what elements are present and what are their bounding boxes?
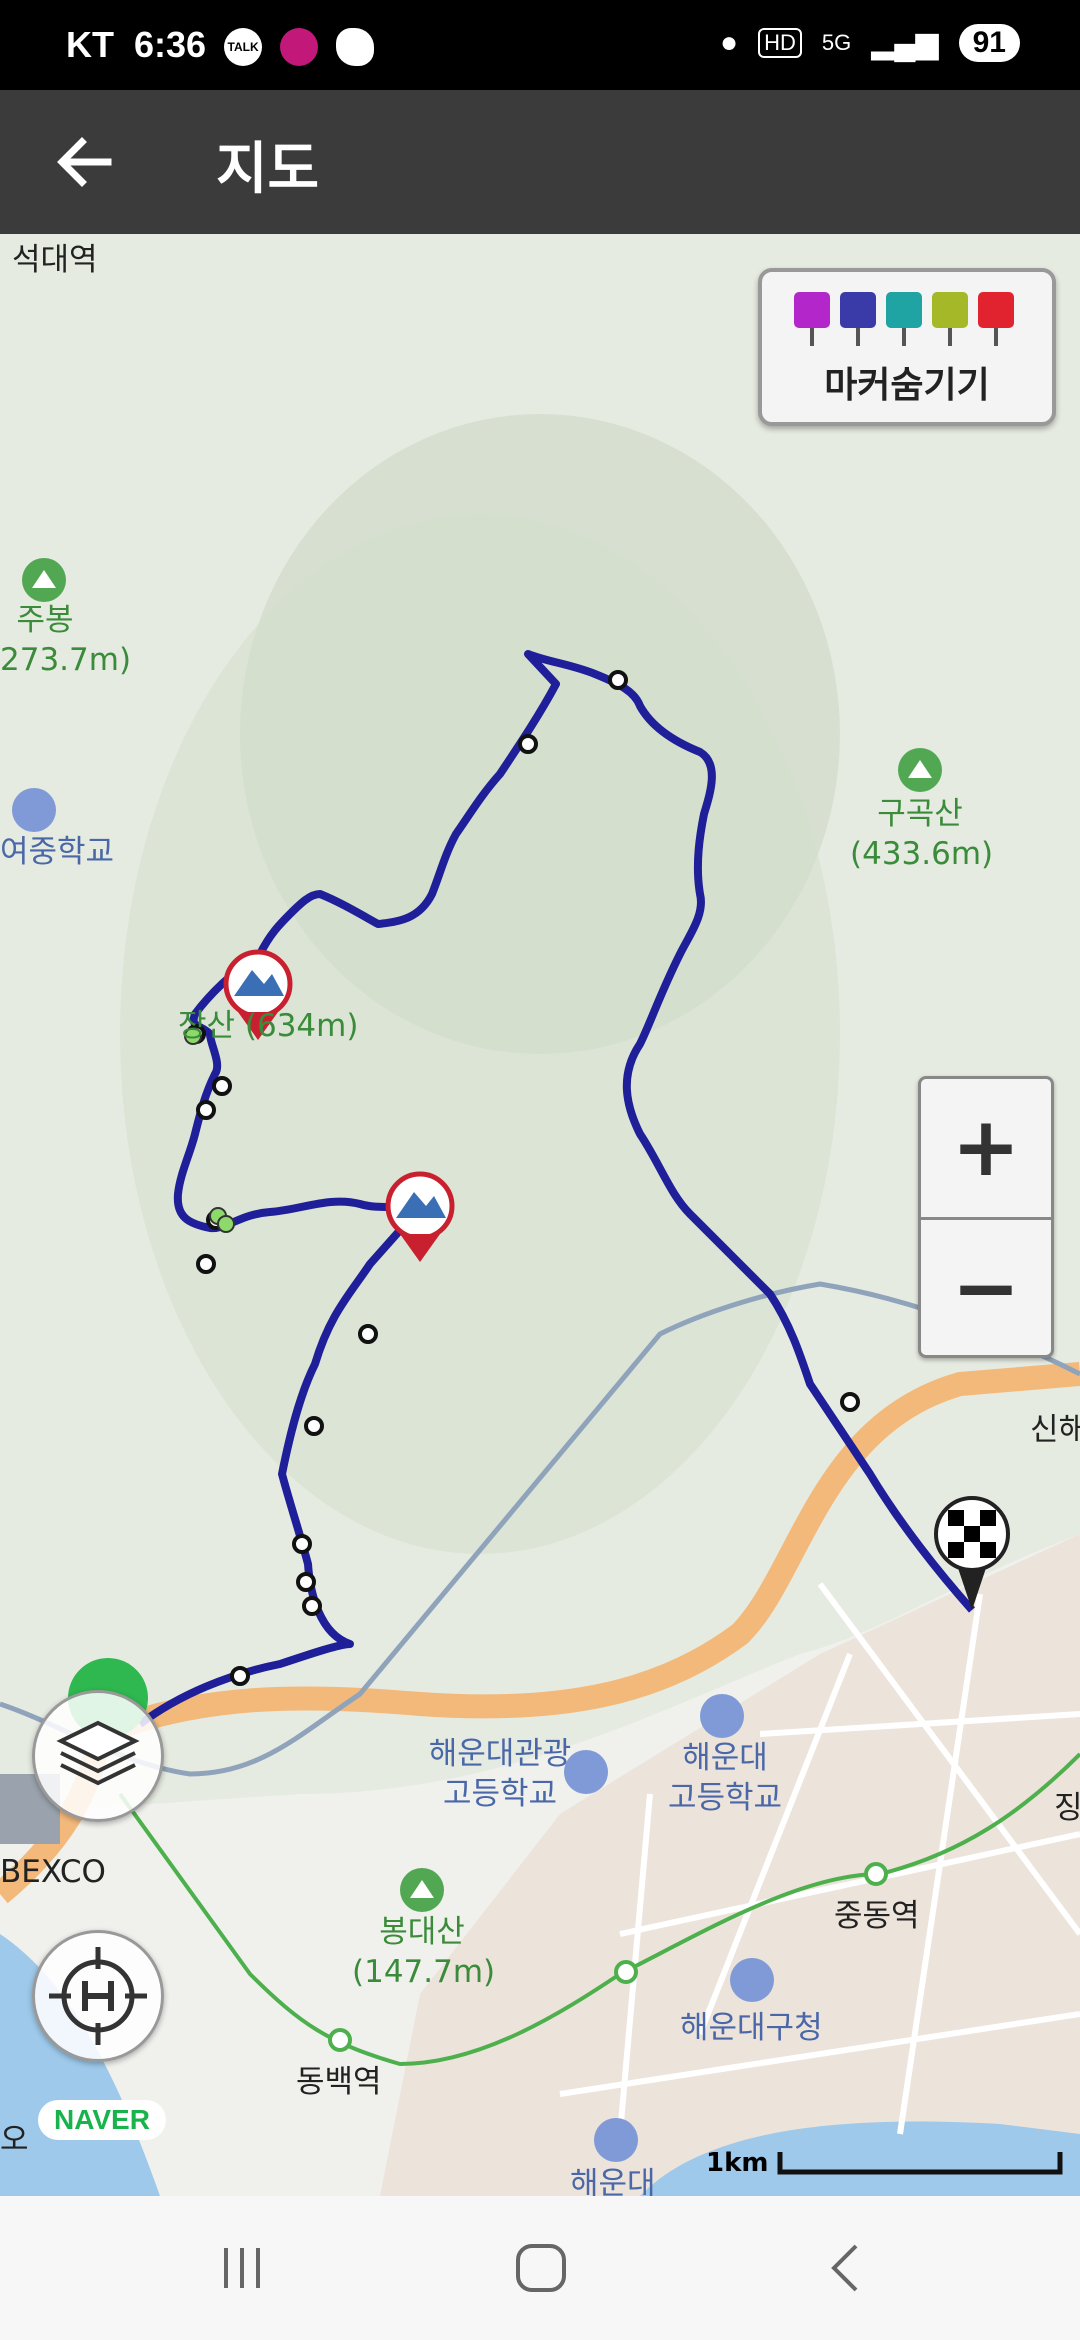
arrow-left-icon <box>57 137 112 187</box>
video-marker-icon <box>840 292 876 346</box>
label-peak-gugoksan: 구곡산 (433.6m) <box>850 794 994 874</box>
label-peak-jubong-height: 273.7m) <box>0 642 132 678</box>
label-haeundae-office: 해운대구청 <box>680 2010 823 2046</box>
label-peak-jubong: 주봉 273.7m) <box>0 600 132 680</box>
scale-bar <box>777 2152 1063 2175</box>
photo-marker-icon <box>794 292 830 346</box>
subway-station-dot <box>614 1960 638 1984</box>
label-school-gwangwang-line2: 고등학교 <box>442 1776 558 1812</box>
marker-type-flags <box>794 292 1014 346</box>
label-shinhae: 신해 <box>1030 1412 1080 1448</box>
layers-button[interactable] <box>32 1690 164 1822</box>
battery-indicator: 91 <box>958 24 1020 62</box>
label-school-haeundae-line2: 고등학교 <box>667 1780 783 1816</box>
carrier-label: KT <box>66 24 114 65</box>
zoom-out-button[interactable]: − <box>921 1217 1051 1358</box>
back-nav-icon[interactable] <box>816 2238 876 2298</box>
label-school-haeundae-line1: 해운대 <box>682 1740 768 1776</box>
zoom-in-button[interactable]: + <box>921 1079 1051 1217</box>
label-dongbaek-station: 동백역 <box>296 2064 382 2100</box>
page-title: 지도 <box>216 137 320 202</box>
cloud-notification-icon <box>336 28 375 67</box>
clock: 6:36 <box>134 24 207 65</box>
back-button[interactable] <box>48 126 120 198</box>
busan-app-notification-icon <box>280 28 319 67</box>
home-icon[interactable] <box>512 2238 572 2298</box>
label-seokdae-station: 석대역 <box>12 242 98 278</box>
hd-voice-icon: HD <box>758 28 802 58</box>
dongbaek-station-dot <box>328 2028 352 2052</box>
app-bar: 지도 <box>0 90 1080 234</box>
network-type-icon: 5G <box>821 30 852 55</box>
label-peak-jangsan: 장산 (634m) <box>178 1008 359 1044</box>
home-location-button[interactable] <box>32 1930 164 2062</box>
label-haeundae-beach: 해운대 <box>570 2166 656 2196</box>
status-bar: KT 6:36 TALK ● HD 5G ▂▄▆ 91 <box>0 0 1080 90</box>
label-peak-bongdaesan-name: 봉대산 <box>379 1914 465 1950</box>
voice-marker-icon <box>886 292 922 346</box>
location-icon: ● <box>719 26 739 59</box>
flag-marker-icon <box>978 292 1014 346</box>
naver-logo: NAVER <box>38 2100 166 2140</box>
label-school-left: 여중학교 <box>0 834 115 870</box>
hide-markers-label: 마커숨기기 <box>824 365 990 406</box>
hide-markers-button[interactable]: 마커숨기기 <box>758 268 1056 426</box>
label-peak-gugoksan-height: (433.6m) <box>850 836 994 872</box>
label-peak-jubong-name: 주봉 <box>16 602 74 638</box>
label-school-haeundae: 해운대 고등학교 <box>660 1738 790 1818</box>
memo-marker-icon <box>932 292 968 346</box>
label-edge-o: 오 <box>0 2122 29 2158</box>
jungdong-station-dot <box>864 1862 888 1886</box>
status-left: KT 6:36 TALK <box>66 24 375 67</box>
label-bexco: BEXCO <box>0 1854 106 1890</box>
label-edge-jing: 징 <box>1054 1790 1080 1826</box>
label-peak-bongdaesan: 봉대산 (147.7m) <box>352 1912 496 1992</box>
label-jungdong-station: 중동역 <box>834 1898 920 1934</box>
label-peak-bongdaesan-height: (147.7m) <box>352 1954 496 1990</box>
mountain-shade-2 <box>240 414 840 1054</box>
map-scale: 1km <box>706 2148 1063 2178</box>
label-school-gwangwang: 해운대관광 고등학교 <box>400 1734 600 1814</box>
zoom-control: + − <box>918 1076 1054 1358</box>
label-school-gwangwang-line1: 해운대관광 <box>428 1736 572 1772</box>
system-navigation-bar <box>0 2196 1080 2340</box>
label-peak-gugoksan-name: 구곡산 <box>877 796 963 832</box>
home-target-icon <box>49 1947 147 2045</box>
scale-label: 1km <box>706 2148 769 2178</box>
recent-apps-icon[interactable] <box>212 2238 272 2298</box>
status-right: ● HD 5G ▂▄▆ 91 <box>720 24 1020 62</box>
kakaotalk-notification-icon: TALK <box>224 28 263 67</box>
layers-icon <box>56 1720 140 1786</box>
signal-icon: ▂▄▆ <box>871 26 939 60</box>
